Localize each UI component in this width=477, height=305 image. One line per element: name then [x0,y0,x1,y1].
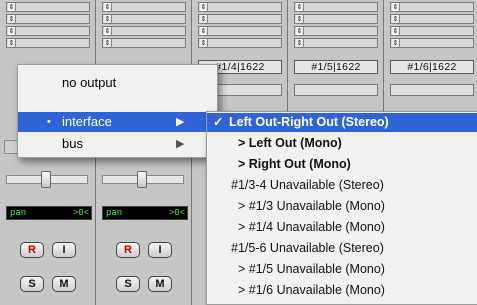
updown-arrow-icon: ⇕ [8,3,16,11]
pan-label: pan [10,208,27,218]
submenu-item-label: Left Out-Right Out (Stereo) [229,115,389,129]
io-selector-secondary[interactable] [390,84,474,96]
updown-arrow-icon: ⇕ [8,15,16,23]
updown-arrow-icon: ⇕ [200,27,208,35]
updown-arrow-icon: ⇕ [392,39,400,47]
insert-slot[interactable]: ⇕ [294,2,378,12]
submenu-item[interactable]: > #1/5 Unavailable (Mono) [207,260,477,279]
updown-arrow-icon: ⇕ [104,27,112,35]
solo-button[interactable]: S [20,276,44,292]
submenu-item-label: > Right Out (Mono) [238,157,351,171]
insert-slot[interactable]: ⇕ [102,26,186,36]
insert-slot[interactable]: ⇕ [390,14,474,24]
submenu-item[interactable]: #1/3-4 Unavailable (Stereo) [207,176,477,195]
menu-item-bus[interactable]: bus ▶ [18,134,217,154]
updown-arrow-icon: ⇕ [200,39,208,47]
submenu-item[interactable]: > Left Out (Mono) [207,134,477,153]
output-menu: no output • interface ▶ bus ▶ [17,64,218,158]
menu-item-label: interface [62,114,112,129]
submenu-item-label: > #1/5 Unavailable (Mono) [238,262,385,276]
insert-slot[interactable]: ⇕ [198,2,282,12]
updown-arrow-icon: ⇕ [392,3,400,11]
input-button[interactable]: I [52,242,76,258]
io-selector[interactable]: #1/6|1622 [390,60,474,74]
updown-arrow-icon: ⇕ [200,3,208,11]
insert-slot[interactable]: ⇕ [294,38,378,48]
updown-arrow-icon: ⇕ [296,15,304,23]
pan-value: >0< [168,208,185,218]
insert-slot[interactable]: ⇕ [294,26,378,36]
io-selector[interactable]: #1/5|1622 [294,60,378,74]
submenu-item-label: > #1/6 Unavailable (Mono) [238,283,385,297]
insert-slot[interactable]: ⇕ [6,14,90,24]
radio-dot-icon: • [47,116,51,128]
insert-slots: ⇕ ⇕ ⇕ ⇕ [294,0,380,52]
submenu-item-label: > #1/4 Unavailable (Mono) [238,220,385,234]
updown-arrow-icon: ⇕ [8,39,16,47]
submenu-arrow-icon: ▶ [176,138,185,150]
updown-arrow-icon: ⇕ [296,27,304,35]
submenu-item[interactable]: #1/5-6 Unavailable (Stereo) [207,239,477,258]
updown-arrow-icon: ⇕ [392,15,400,23]
submenu-item[interactable]: > Right Out (Mono) [207,155,477,174]
solo-button[interactable]: S [116,276,140,292]
slider-knob[interactable] [41,171,51,188]
updown-arrow-icon: ⇕ [8,27,16,35]
submenu-item-label: > Left Out (Mono) [238,136,342,150]
insert-slots: ⇕ ⇕ ⇕ ⇕ [198,0,284,52]
submenu-item[interactable]: > #1/4 Unavailable (Mono) [207,218,477,237]
insert-slot[interactable]: ⇕ [390,38,474,48]
insert-slot[interactable]: ⇕ [6,2,90,12]
pan-display[interactable]: pan >0< [102,206,188,220]
submenu-item[interactable]: ✓ Left Out-Right Out (Stereo) [207,113,477,132]
insert-slot[interactable]: ⇕ [294,14,378,24]
insert-slot[interactable]: ⇕ [390,26,474,36]
input-button[interactable]: I [148,242,172,258]
pan-display[interactable]: pan >0< [6,206,92,220]
updown-arrow-icon: ⇕ [104,3,112,11]
pan-label: pan [106,208,123,218]
interface-submenu: ✓ Left Out-Right Out (Stereo) > Left Out… [206,111,477,305]
volume-slider[interactable] [6,171,88,188]
record-button[interactable]: R [116,242,140,258]
submenu-item-label: > #1/3 Unavailable (Mono) [238,199,385,213]
mute-button[interactable]: M [52,276,76,292]
menu-item-interface[interactable]: • interface ▶ [18,112,217,132]
submenu-arrow-icon: ▶ [176,116,185,128]
insert-slots: ⇕ ⇕ ⇕ ⇕ [6,0,92,52]
insert-slot[interactable]: ⇕ [390,2,474,12]
updown-arrow-icon: ⇕ [296,3,304,11]
volume-slider[interactable] [102,171,184,188]
record-button[interactable]: R [20,242,44,258]
insert-slot[interactable]: ⇕ [6,38,90,48]
updown-arrow-icon: ⇕ [104,15,112,23]
io-selector-secondary[interactable] [294,84,378,96]
insert-slot[interactable]: ⇕ [198,38,282,48]
updown-arrow-icon: ⇕ [200,15,208,23]
checkmark-icon: ✓ [213,115,224,129]
submenu-item-label: #1/3-4 Unavailable (Stereo) [231,178,384,192]
updown-arrow-icon: ⇕ [392,27,400,35]
mute-button[interactable]: M [148,276,172,292]
insert-slots: ⇕ ⇕ ⇕ ⇕ [102,0,188,52]
updown-arrow-icon: ⇕ [296,39,304,47]
submenu-item-label: #1/5-6 Unavailable (Stereo) [231,241,384,255]
submenu-item[interactable]: > #1/3 Unavailable (Mono) [207,197,477,216]
insert-slot[interactable]: ⇕ [102,2,186,12]
menu-item-no-output[interactable]: no output [18,73,217,93]
pan-value: >0< [72,208,89,218]
insert-slot[interactable]: ⇕ [102,38,186,48]
menu-item-label: no output [62,75,117,90]
insert-slot[interactable]: ⇕ [198,14,282,24]
menu-separator [18,103,217,104]
updown-arrow-icon: ⇕ [104,39,112,47]
submenu-item[interactable]: > #1/6 Unavailable (Mono) [207,281,477,300]
insert-slot[interactable]: ⇕ [198,26,282,36]
insert-slot[interactable]: ⇕ [102,14,186,24]
menu-item-label: bus [62,136,83,151]
insert-slots: ⇕ ⇕ ⇕ ⇕ [390,0,476,52]
slider-knob[interactable] [137,171,147,188]
insert-slot[interactable]: ⇕ [6,26,90,36]
